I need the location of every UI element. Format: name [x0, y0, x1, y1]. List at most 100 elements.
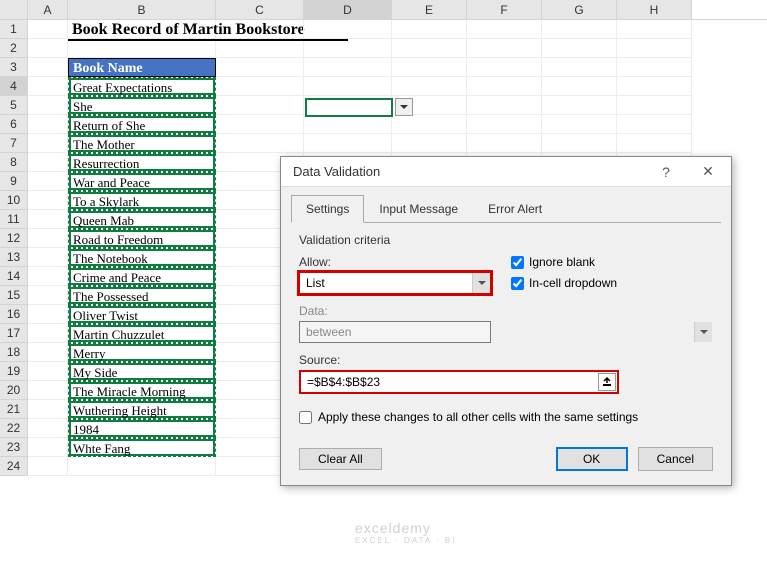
cell-B14[interactable]: Crime and Peace [68, 267, 216, 286]
cell-A7[interactable] [28, 134, 68, 153]
cell-E4[interactable] [392, 77, 467, 96]
cell-B13[interactable]: The Notebook [68, 248, 216, 267]
cell-A8[interactable] [28, 153, 68, 172]
clear-all-button[interactable]: Clear All [299, 448, 382, 470]
col-header-c[interactable]: C [216, 0, 304, 19]
row-header-22[interactable]: 22 [0, 419, 28, 438]
cell-B3[interactable]: Book Name [68, 58, 216, 77]
tab-input-message[interactable]: Input Message [364, 195, 473, 223]
cell-B21[interactable]: Wuthering Height [68, 400, 216, 419]
row-header-9[interactable]: 9 [0, 172, 28, 191]
row-header-10[interactable]: 10 [0, 191, 28, 210]
row-header-4[interactable]: 4 [0, 77, 28, 96]
cell-B4[interactable]: Great Expectations [68, 77, 216, 96]
cell-A4[interactable] [28, 77, 68, 96]
cell-A12[interactable] [28, 229, 68, 248]
row-header-6[interactable]: 6 [0, 115, 28, 134]
cell-A11[interactable] [28, 210, 68, 229]
cell-B16[interactable]: Oliver Twist [68, 305, 216, 324]
cancel-button[interactable]: Cancel [638, 447, 713, 471]
cell-B1[interactable]: Book Record of Martin Bookstore [68, 20, 216, 39]
cell-A1[interactable] [28, 20, 68, 39]
cell-B8[interactable]: Resurrection [68, 153, 216, 172]
col-header-b[interactable]: B [68, 0, 216, 19]
row-header-16[interactable]: 16 [0, 305, 28, 324]
cell-C5[interactable] [216, 96, 304, 115]
range-selector-button[interactable] [598, 373, 616, 391]
row-header-21[interactable]: 21 [0, 400, 28, 419]
cell-H6[interactable] [617, 115, 692, 134]
cell-D1[interactable] [304, 20, 392, 39]
help-button[interactable]: ? [651, 160, 681, 184]
cell-H2[interactable] [617, 39, 692, 58]
cell-A24[interactable] [28, 457, 68, 476]
cell-B10[interactable]: To a Skylark [68, 191, 216, 210]
cell-B5[interactable]: She [68, 96, 216, 115]
row-header-15[interactable]: 15 [0, 286, 28, 305]
row-header-8[interactable]: 8 [0, 153, 28, 172]
cell-G6[interactable] [542, 115, 617, 134]
cell-A15[interactable] [28, 286, 68, 305]
col-header-e[interactable]: E [392, 0, 467, 19]
cell-H7[interactable] [617, 134, 692, 153]
col-header-a[interactable]: A [28, 0, 68, 19]
cell-F3[interactable] [467, 58, 542, 77]
cell-F7[interactable] [467, 134, 542, 153]
cell-A23[interactable] [28, 438, 68, 457]
select-all-corner[interactable] [0, 0, 28, 19]
cell-B11[interactable]: Queen Mab [68, 210, 216, 229]
row-header-3[interactable]: 3 [0, 58, 28, 77]
cell-C2[interactable] [216, 39, 304, 58]
cell-F5[interactable] [467, 96, 542, 115]
cell-G4[interactable] [542, 77, 617, 96]
cell-F6[interactable] [467, 115, 542, 134]
ok-button[interactable]: OK [556, 447, 628, 471]
cell-H4[interactable] [617, 77, 692, 96]
cell-A14[interactable] [28, 267, 68, 286]
cell-F4[interactable] [467, 77, 542, 96]
cell-C6[interactable] [216, 115, 304, 134]
cell-D6[interactable] [304, 115, 392, 134]
cell-B6[interactable]: Return of She [68, 115, 216, 134]
cell-B19[interactable]: My Side [68, 362, 216, 381]
cell-B22[interactable]: 1984 [68, 419, 216, 438]
cell-B24[interactable] [68, 457, 216, 476]
row-header-5[interactable]: 5 [0, 96, 28, 115]
cell-A21[interactable] [28, 400, 68, 419]
cell-A10[interactable] [28, 191, 68, 210]
dropdown-button[interactable] [395, 98, 413, 116]
row-header-11[interactable]: 11 [0, 210, 28, 229]
cell-A16[interactable] [28, 305, 68, 324]
cell-B20[interactable]: The Miracle Morning [68, 381, 216, 400]
tab-settings[interactable]: Settings [291, 195, 364, 223]
cell-G7[interactable] [542, 134, 617, 153]
apply-all-checkbox[interactable] [299, 411, 312, 424]
cell-D3[interactable] [304, 58, 392, 77]
cell-C3[interactable] [216, 58, 304, 77]
row-header-24[interactable]: 24 [0, 457, 28, 476]
cell-E7[interactable] [392, 134, 467, 153]
row-header-23[interactable]: 23 [0, 438, 28, 457]
cell-G5[interactable] [542, 96, 617, 115]
cell-C1[interactable] [216, 20, 304, 39]
cell-E6[interactable] [392, 115, 467, 134]
cell-E1[interactable] [392, 20, 467, 39]
cell-A20[interactable] [28, 381, 68, 400]
row-header-17[interactable]: 17 [0, 324, 28, 343]
cell-D2[interactable] [304, 39, 392, 58]
allow-combo[interactable] [299, 272, 491, 294]
cell-G3[interactable] [542, 58, 617, 77]
row-header-2[interactable]: 2 [0, 39, 28, 58]
col-header-h[interactable]: H [617, 0, 692, 19]
row-header-7[interactable]: 7 [0, 134, 28, 153]
cell-A18[interactable] [28, 343, 68, 362]
cell-B15[interactable]: The Possessed [68, 286, 216, 305]
cell-A5[interactable] [28, 96, 68, 115]
cell-H5[interactable] [617, 96, 692, 115]
cell-A19[interactable] [28, 362, 68, 381]
cell-E3[interactable] [392, 58, 467, 77]
cell-B9[interactable]: War and Peace [68, 172, 216, 191]
row-header-12[interactable]: 12 [0, 229, 28, 248]
cell-E2[interactable] [392, 39, 467, 58]
cell-A6[interactable] [28, 115, 68, 134]
